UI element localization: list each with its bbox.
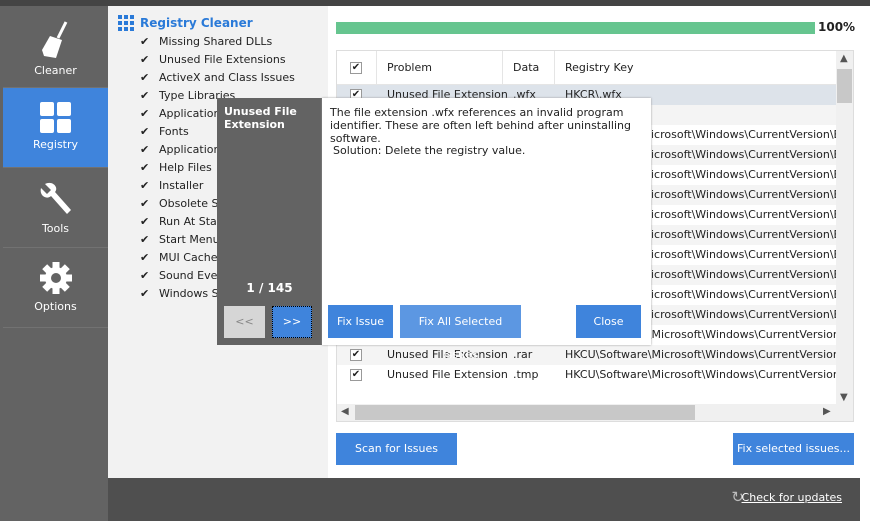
footer-bar: ↻ Check for updates: [108, 478, 860, 521]
checkbox[interactable]: ✔: [140, 288, 151, 299]
checklist-item[interactable]: ✔ Applications: [140, 104, 226, 122]
sidebar-item-options[interactable]: Options: [3, 248, 108, 328]
gear-icon: [39, 262, 72, 294]
checklist-item[interactable]: ✔ Fonts: [140, 122, 189, 140]
column-problem[interactable]: Problem: [377, 51, 503, 85]
checkbox[interactable]: ✔: [140, 144, 151, 155]
scan-for-issues-button[interactable]: Scan for Issues: [336, 433, 457, 465]
checklist-item-label: MUI Cache: [159, 250, 218, 264]
scroll-right-icon[interactable]: ▶: [823, 406, 831, 417]
registry-key-cell: icrosoft\Windows\CurrentVersion\Explo: [651, 188, 837, 201]
registry-key-cell: icrosoft\Windows\CurrentVersion\Explo: [651, 208, 837, 221]
checklist-item-label: Help Files: [159, 160, 212, 174]
scroll-thumb[interactable]: [837, 69, 852, 103]
sidebar-item-registry[interactable]: Registry: [3, 88, 108, 168]
registry-key-cell: icrosoft\Windows\CurrentVersion\Explo: [651, 148, 837, 161]
checklist-item-label: Installer: [159, 178, 204, 192]
checkbox[interactable]: ✔: [140, 90, 151, 101]
registry-key-cell: icrosoft\Windows\CurrentVersion\Explo: [651, 128, 837, 141]
data-cell: .rar: [513, 348, 533, 361]
checklist-item[interactable]: ✔ Missing Shared DLLs: [140, 32, 272, 50]
sidebar-item-cleaner[interactable]: Cleaner: [3, 8, 108, 88]
row-checkbox[interactable]: ✔: [350, 349, 362, 361]
checklist-item[interactable]: ✔ MUI Cache: [140, 248, 218, 266]
issue-popup-sidebar: Unused File Extension 1 / 145 << >>: [217, 98, 322, 345]
registry-key-cell: icrosoft\Windows\CurrentVersion\Explo: [651, 248, 837, 261]
sidebar-item-label: Options: [34, 300, 77, 313]
registry-cleaner-heading: Registry Cleaner: [118, 15, 253, 31]
sidebar-item-label: Registry: [32, 138, 79, 151]
vertical-scrollbar[interactable]: ▲ ▼: [836, 51, 853, 405]
next-issue-button[interactable]: >>: [272, 306, 312, 338]
previous-issue-button[interactable]: <<: [224, 306, 265, 338]
registry-key-cell: icrosoft\Windows\CurrentVersion\Explo: [651, 268, 837, 281]
horizontal-scrollbar[interactable]: ◀ ▶: [337, 404, 853, 421]
registry-grid-icon: [39, 102, 71, 133]
select-all-checkbox[interactable]: ✔: [350, 62, 362, 74]
checkbox[interactable]: ✔: [140, 36, 151, 47]
checkbox[interactable]: ✔: [140, 126, 151, 137]
issue-title: Unused File Extension: [224, 105, 297, 131]
issue-popup: The file extension .wfx references an in…: [322, 98, 651, 361]
column-data[interactable]: Data: [503, 51, 555, 85]
checkbox[interactable]: ✔: [140, 198, 151, 209]
broom-icon: [41, 21, 67, 58]
registry-key-cell: HKCU\Software\Microsoft\Windows\CurrentV…: [565, 348, 837, 361]
fix-selected-issues-button[interactable]: Fix selected issues...: [733, 433, 854, 465]
registry-key-cell: HKCU\Software\Microsoft\Windows\CurrentV…: [565, 368, 837, 381]
check-for-updates-link[interactable]: Check for updates: [742, 491, 842, 504]
sidebar-item-tools[interactable]: Tools: [3, 168, 108, 248]
registry-key-cell: icrosoft\Windows\CurrentVersion\Explo: [651, 288, 837, 301]
checklist-item[interactable]: ✔ ActiveX and Class Issues: [140, 68, 295, 86]
checkbox[interactable]: ✔: [140, 108, 151, 119]
checklist-item[interactable]: ✔ Installer: [140, 176, 203, 194]
row-checkbox[interactable]: ✔: [350, 369, 362, 381]
column-registry-key[interactable]: Registry Key: [555, 51, 837, 85]
scroll-left-icon[interactable]: ◀: [341, 406, 349, 417]
data-cell: .tmp: [513, 368, 539, 381]
checklist-item[interactable]: ✔ Unused File Extensions: [140, 50, 286, 68]
checkbox[interactable]: ✔: [140, 216, 151, 227]
issue-description: The file extension .wfx references an in…: [330, 106, 631, 145]
sidebar-item-label: Cleaner: [34, 64, 77, 77]
issue-solution: Solution: Delete the registry value.: [333, 144, 526, 157]
fix-all-selected-issues-button[interactable]: Fix All Selected Issues: [400, 305, 521, 361]
checklist-item[interactable]: ✔ Help Files: [140, 158, 212, 176]
checklist-item-label: Fonts: [159, 124, 189, 138]
grid-icon: [118, 15, 134, 31]
progress-bar: [336, 22, 815, 34]
checkbox[interactable]: ✔: [140, 234, 151, 245]
checkbox[interactable]: ✔: [140, 252, 151, 263]
registry-key-cell: icrosoft\Windows\CurrentVersion\Explo: [651, 168, 837, 181]
select-all-column: ✔: [337, 51, 377, 85]
fix-issue-button[interactable]: Fix Issue: [328, 305, 393, 338]
sidebar-item-label: Tools: [41, 222, 70, 235]
checkbox[interactable]: ✔: [140, 72, 151, 83]
scroll-down-icon[interactable]: ▼: [840, 392, 848, 403]
table-row[interactable]: ✔ Unused File Extension .tmp HKCU\Software\…: [337, 365, 837, 385]
checkbox[interactable]: ✔: [140, 162, 151, 173]
wrench-icon: [40, 182, 71, 214]
checkbox[interactable]: ✔: [140, 180, 151, 191]
checkbox[interactable]: ✔: [140, 270, 151, 281]
progress-percent: 100%: [818, 20, 856, 34]
checklist-item-label: Missing Shared DLLs: [159, 34, 273, 48]
scroll-thumb[interactable]: [355, 405, 695, 420]
registry-key-cell: icrosoft\Windows\CurrentVersion\Explo: [651, 308, 837, 321]
issue-counter: 1 / 145: [246, 281, 293, 295]
sidebar: Cleaner Registry Tools Options: [0, 6, 108, 521]
checkbox[interactable]: ✔: [140, 54, 151, 65]
checklist-item-label: ActiveX and Class Issues: [159, 70, 295, 84]
table-row[interactable]: ✔ Unused File Extension .rar HKCU\Software\…: [337, 345, 837, 365]
checklist-item-label: Unused File Extensions: [159, 52, 286, 66]
close-button[interactable]: Close: [576, 305, 641, 338]
scroll-up-icon[interactable]: ▲: [840, 53, 848, 64]
table-header: ✔ Problem Data Registry Key: [337, 51, 837, 85]
registry-key-cell: icrosoft\Windows\CurrentVersion\Explo: [651, 228, 837, 241]
